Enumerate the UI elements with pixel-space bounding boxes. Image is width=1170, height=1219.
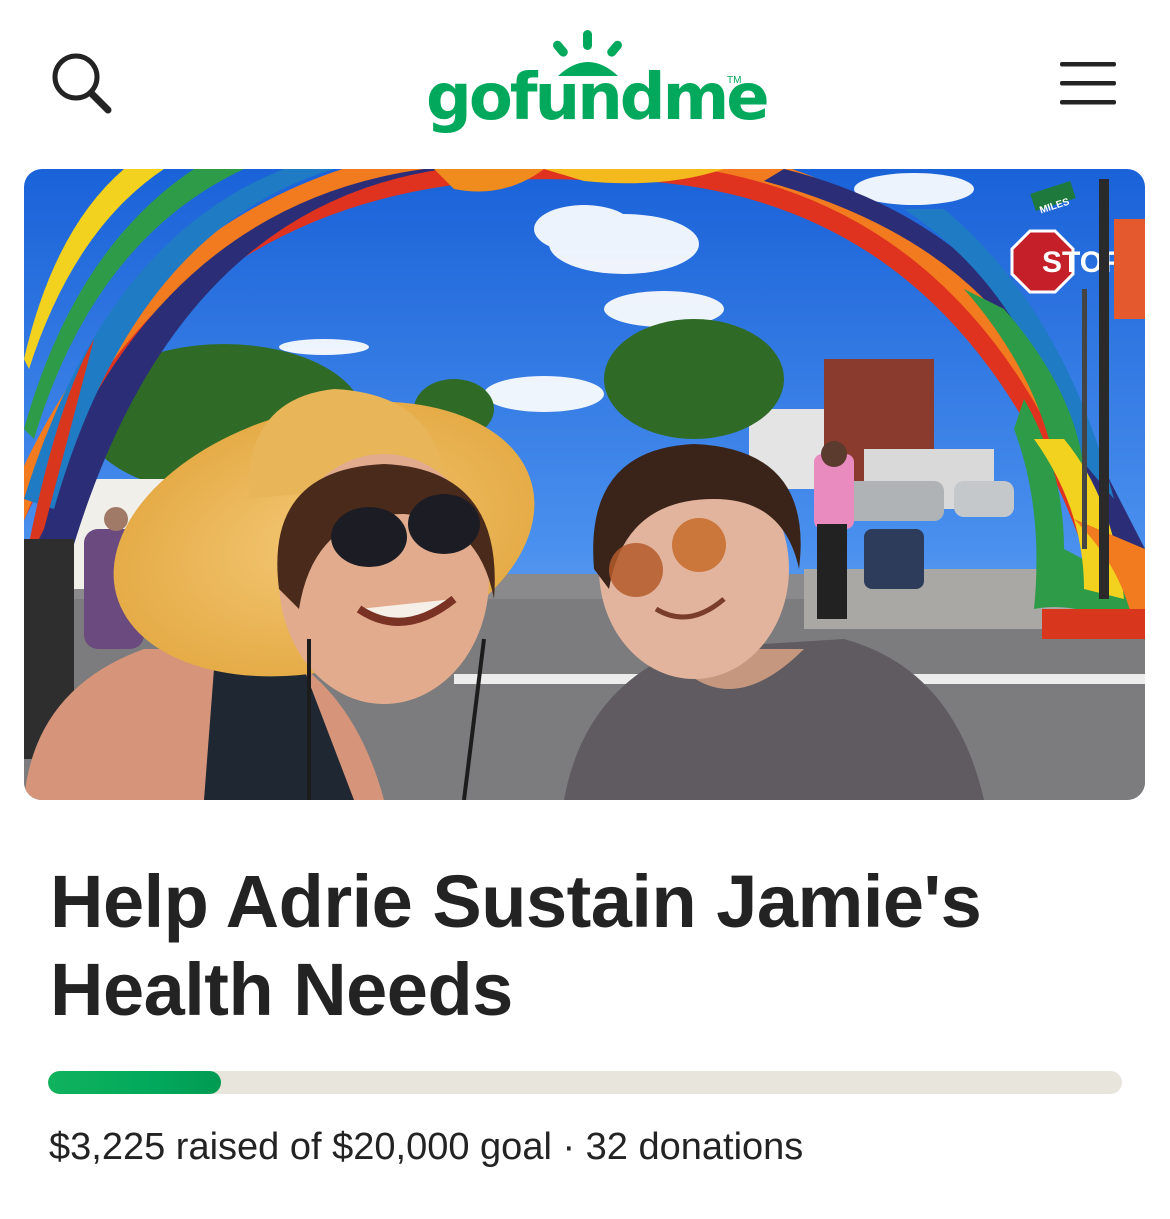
gofundme-logo[interactable]: gofundme TM bbox=[420, 26, 770, 146]
raised-label: raised of bbox=[175, 1126, 322, 1168]
donation-progress-bar bbox=[48, 1071, 1122, 1094]
campaign-title: Help Adrie Sustain Jamie's Health Needs bbox=[50, 860, 982, 1031]
amount-raised: $3,225 bbox=[49, 1126, 166, 1168]
stop-sign-text: STOP bbox=[1042, 246, 1123, 279]
donation-count: 32 donations bbox=[585, 1126, 804, 1168]
stats-separator: · bbox=[562, 1126, 576, 1168]
campaign-hero-image[interactable]: STOP MILES bbox=[24, 169, 1145, 800]
fundraising-stats: $3,225 raised of $20,000 goal · 32 donat… bbox=[49, 1126, 803, 1169]
top-header: gofundme TM bbox=[0, 0, 1170, 160]
donation-progress-fill bbox=[48, 1071, 222, 1094]
hero-photo: STOP MILES bbox=[24, 169, 1145, 800]
search-button[interactable] bbox=[46, 48, 118, 120]
logo-wordmark: gofundme bbox=[426, 61, 770, 135]
goal-label: goal bbox=[480, 1126, 552, 1168]
menu-button[interactable] bbox=[1052, 52, 1124, 116]
goal-amount: $20,000 bbox=[332, 1126, 470, 1168]
search-icon bbox=[52, 53, 112, 114]
logo-trademark: TM bbox=[727, 75, 742, 86]
hamburger-menu-icon bbox=[1060, 62, 1116, 105]
